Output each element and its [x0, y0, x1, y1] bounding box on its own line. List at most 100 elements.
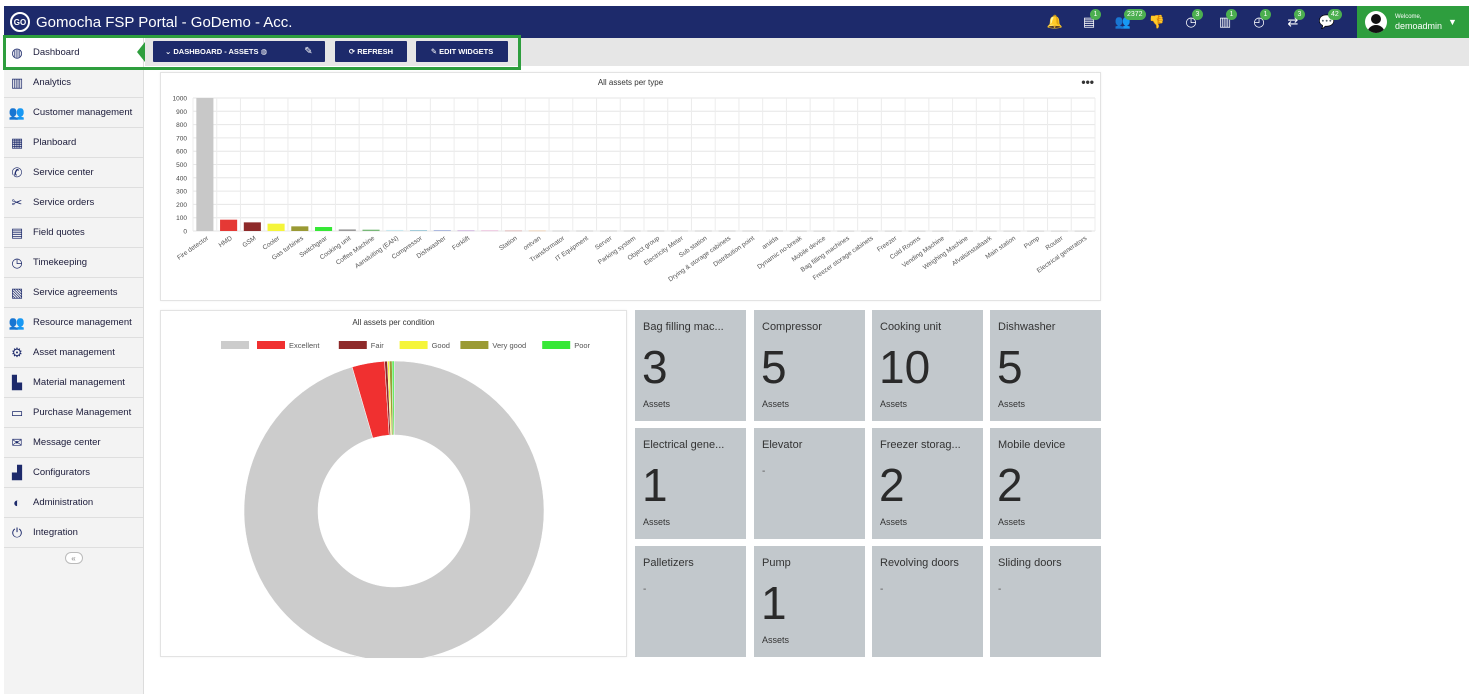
bar[interactable]: [766, 230, 784, 232]
purchase-management-icon: ▭: [10, 404, 24, 420]
bar[interactable]: [1027, 230, 1045, 232]
sidebar-item-label: Analytics: [33, 77, 72, 88]
bar[interactable]: [647, 230, 665, 232]
resource-management-icon: 👥: [8, 314, 26, 330]
bar[interactable]: [884, 230, 902, 232]
legend-swatch: [460, 341, 489, 349]
document-icon[interactable]: ▤ 1: [1072, 6, 1106, 38]
bar[interactable]: [599, 230, 617, 232]
asset-count-tile[interactable]: Freezer storag... 2 Assets: [872, 428, 983, 539]
tile-title: Sliding doors: [998, 557, 1062, 569]
sidebar-item-administration[interactable]: ◐ Administration: [4, 488, 143, 518]
bar[interactable]: [243, 222, 261, 231]
bar[interactable]: [576, 230, 594, 232]
sidebar-item-field-quotes[interactable]: ▤ Field quotes: [4, 218, 143, 248]
bar[interactable]: [1074, 230, 1092, 232]
bell-icon[interactable]: 🔔: [1038, 6, 1072, 38]
tile-count: 1: [642, 459, 668, 511]
bar[interactable]: [623, 230, 641, 232]
thumbs-down-icon[interactable]: 👎: [1140, 6, 1174, 38]
sidebar-item-integration[interactable]: ⏻ Integration: [4, 518, 143, 548]
sidebar-item-configurators[interactable]: ▟ Configurators: [4, 458, 143, 488]
asset-count-tile[interactable]: Bag filling mac... 3 Assets: [635, 310, 746, 421]
bar[interactable]: [338, 229, 356, 231]
bar[interactable]: [291, 226, 309, 231]
bar[interactable]: [718, 230, 736, 232]
tile-count: 2: [879, 459, 905, 511]
bar[interactable]: [433, 230, 451, 232]
bar[interactable]: [694, 230, 712, 232]
service-orders-icon: ✂: [11, 194, 23, 210]
notification-badge: 3: [1192, 9, 1203, 20]
tile-empty-value: -: [998, 584, 1002, 595]
users-icon[interactable]: 👥 2372: [1106, 6, 1146, 38]
user-welcome: Welcome,: [1395, 13, 1422, 20]
app-logo[interactable]: GO: [10, 12, 30, 32]
sidebar-item-customer-management[interactable]: 👥 Customer management: [4, 98, 143, 128]
bar[interactable]: [528, 230, 546, 232]
x-tick-label: Server: [594, 234, 614, 251]
asset-count-tile[interactable]: Compressor 5 Assets: [754, 310, 865, 421]
sidebar-item-timekeeping[interactable]: ◷ Timekeeping: [4, 248, 143, 278]
bar[interactable]: [220, 219, 238, 231]
asset-count-tile[interactable]: Mobile device 2 Assets: [990, 428, 1101, 539]
sidebar-item-material-management[interactable]: ▙ Material management: [4, 368, 143, 398]
sidebar-item-service-orders[interactable]: ✂ Service orders: [4, 188, 143, 218]
bar[interactable]: [504, 230, 522, 232]
bar[interactable]: [196, 98, 214, 231]
asset-count-tile[interactable]: Pump 1 Assets: [754, 546, 865, 657]
chat-icon[interactable]: 💬 42: [1310, 6, 1344, 38]
sidebar-item-service-center[interactable]: ✆ Service center: [4, 158, 143, 188]
y-tick-label: 900: [176, 109, 187, 116]
sidebar-item-label: Asset management: [33, 347, 115, 358]
asset-count-tile[interactable]: Cooking unit 10 Assets: [872, 310, 983, 421]
tile-title: Compressor: [762, 321, 822, 333]
bar[interactable]: [932, 230, 950, 232]
bar[interactable]: [1050, 230, 1068, 232]
bar[interactable]: [457, 230, 475, 232]
sidebar-item-service-agreements[interactable]: ▧ Service agreements: [4, 278, 143, 308]
bar[interactable]: [813, 230, 831, 232]
board-icon[interactable]: ▥ 1: [1208, 6, 1242, 38]
tile-empty-value: -: [880, 584, 884, 595]
asset-count-tile[interactable]: Revolving doors -: [872, 546, 983, 657]
bar[interactable]: [1003, 230, 1021, 232]
asset-count-tile[interactable]: Dishwasher 5 Assets: [990, 310, 1101, 421]
bar[interactable]: [481, 230, 499, 232]
notification-badge: 1: [1226, 9, 1237, 20]
sidebar-item-resource-management[interactable]: 👥 Resource management: [4, 308, 143, 338]
bar[interactable]: [789, 230, 807, 232]
bar[interactable]: [315, 227, 333, 231]
asset-count-tile[interactable]: Elevator -: [754, 428, 865, 539]
bar[interactable]: [386, 229, 404, 231]
timer-icon[interactable]: ◴ 1: [1242, 6, 1276, 38]
asset-count-tile[interactable]: Electrical gene... 1 Assets: [635, 428, 746, 539]
notification-badge: 42: [1328, 9, 1342, 20]
asset-count-tile[interactable]: Palletizers -: [635, 546, 746, 657]
bar[interactable]: [742, 230, 760, 232]
legend-label: Excellent: [289, 341, 320, 350]
bar[interactable]: [671, 230, 689, 232]
collapse-sidebar-button[interactable]: «: [64, 552, 83, 564]
bar[interactable]: [979, 230, 997, 232]
y-tick-label: 0: [183, 229, 187, 236]
sidebar-item-analytics[interactable]: ▥ Analytics: [4, 68, 143, 98]
bar[interactable]: [908, 230, 926, 232]
bar[interactable]: [860, 230, 879, 232]
user-menu[interactable]: Welcome, demoadmin ▼: [1357, 6, 1469, 38]
bar[interactable]: [955, 230, 973, 232]
clock-icon[interactable]: ◷ 3: [1174, 6, 1208, 38]
exchange-icon[interactable]: ⇄ 3: [1276, 6, 1310, 38]
sidebar-item-label: Planboard: [33, 137, 77, 148]
bar[interactable]: [267, 223, 285, 231]
bar[interactable]: [362, 229, 380, 231]
bar[interactable]: [409, 230, 428, 231]
sidebar-item-planboard[interactable]: ▦ Planboard: [4, 128, 143, 158]
bar[interactable]: [552, 230, 570, 232]
asset-count-tile[interactable]: Sliding doors -: [990, 546, 1101, 657]
tile-empty-value: -: [643, 584, 647, 595]
bar[interactable]: [837, 230, 855, 232]
sidebar-item-asset-management[interactable]: ⚙ Asset management: [4, 338, 143, 368]
sidebar-item-message-center[interactable]: ✉ Message center: [4, 428, 143, 458]
sidebar-item-purchase-management[interactable]: ▭ Purchase Management: [4, 398, 143, 428]
